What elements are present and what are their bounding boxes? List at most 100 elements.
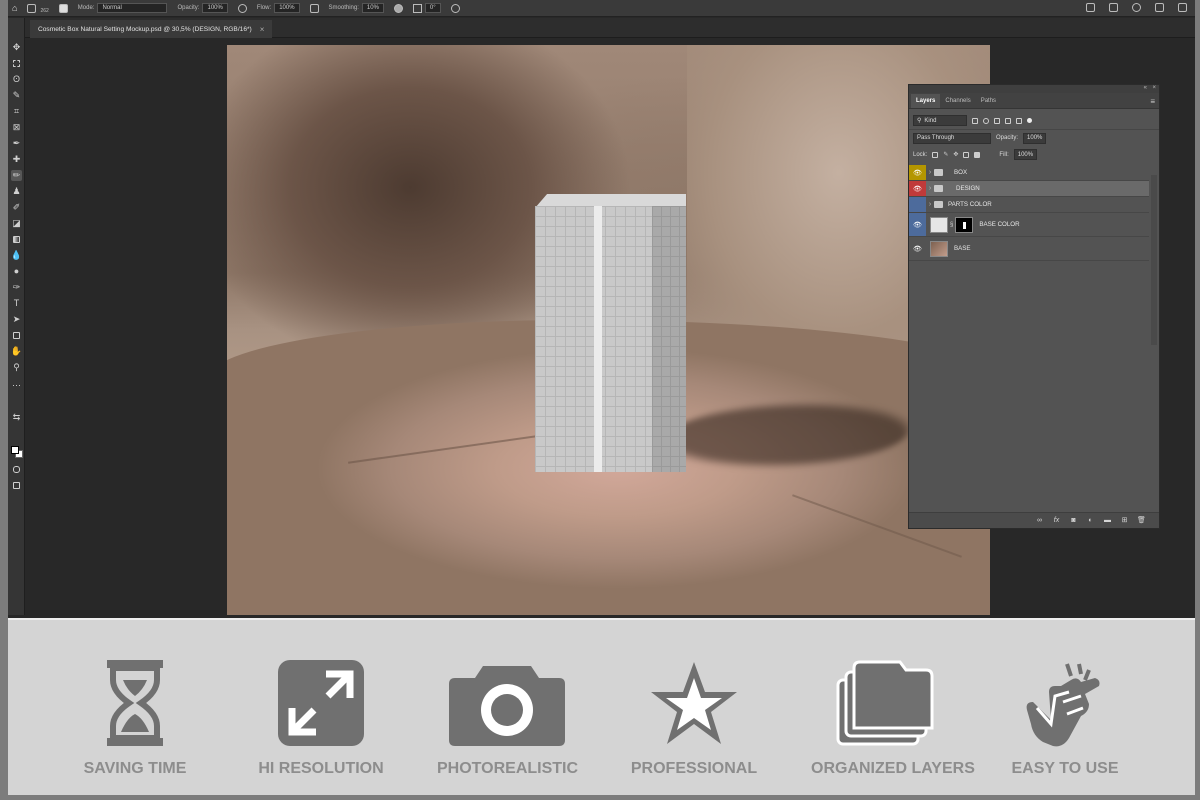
swap-colors-icon[interactable]: ⇆ [11, 412, 22, 423]
foreground-color-swatch[interactable] [11, 446, 19, 454]
tab-channels[interactable]: Channels [940, 94, 975, 108]
eye-icon[interactable]: 👁 [909, 237, 926, 260]
eraser-tool-icon[interactable]: ◪ [11, 218, 22, 229]
filter-smart-object-icon[interactable] [1016, 117, 1022, 124]
layer-row-base[interactable]: 👁 BASE [909, 237, 1149, 261]
layer-row-design[interactable]: 👁 › DESIGN [909, 181, 1149, 197]
chevron-right-icon[interactable]: › [926, 185, 934, 192]
lock-transparent-icon[interactable] [932, 151, 939, 158]
pointer-hand-icon [1026, 663, 1100, 747]
lasso-tool-icon[interactable]: ʘ [11, 74, 22, 85]
filter-toggle-icon[interactable] [1027, 118, 1032, 123]
brush-tool-preset-icon[interactable] [27, 3, 37, 13]
filter-shape-icon[interactable] [1005, 117, 1011, 124]
search-icon[interactable] [1132, 3, 1141, 12]
crop-tool-icon[interactable]: ⌗ [11, 106, 22, 117]
flow-input[interactable]: 100% [274, 3, 300, 13]
mockup-photo[interactable] [227, 45, 990, 615]
filter-pixel-icon[interactable] [972, 117, 978, 124]
document-tab[interactable]: Cosmetic Box Natural Setting Mockup.psd … [30, 20, 273, 38]
learn-icon[interactable] [1155, 3, 1164, 12]
path-select-tool-icon[interactable]: ➤ [11, 314, 22, 325]
layers-panel-footer: ∞ fx ◙ ◐ ▬ ⊞ 🗑 [909, 512, 1159, 528]
flow-label: Flow: [256, 5, 272, 11]
workspace-icon[interactable] [1178, 3, 1187, 12]
pen-tool-icon[interactable]: ✑ [11, 282, 22, 293]
quick-mask-icon[interactable] [11, 464, 22, 475]
lock-label: Lock: [913, 151, 928, 158]
gear-icon[interactable] [393, 3, 403, 13]
filter-adjustment-icon[interactable] [983, 117, 989, 124]
eye-icon[interactable]: 👁 [909, 165, 926, 180]
frame-tool-icon[interactable]: ⊠ [11, 122, 22, 133]
screen-mode-icon[interactable] [11, 480, 22, 491]
new-layer-icon[interactable]: ⊞ [1120, 516, 1129, 525]
lock-position-icon[interactable]: ✥ [953, 151, 958, 158]
airbrush-icon[interactable] [309, 3, 319, 13]
zoom-tool-icon[interactable]: ⚲ [11, 362, 22, 373]
link-layers-icon[interactable]: ∞ [1035, 516, 1044, 525]
smoothing-input[interactable]: 10% [361, 3, 384, 13]
feature-photorealistic: PHOTOREALISTIC [437, 658, 578, 788]
panel-tabs: Layers Channels Paths ≡ [909, 93, 1159, 109]
dodge-tool-icon[interactable]: ● [11, 266, 22, 277]
rectangle-tool-icon[interactable] [11, 330, 22, 341]
fill-input[interactable]: 100% [1013, 149, 1038, 160]
layer-opacity-input[interactable]: 100% [1023, 132, 1047, 144]
new-group-icon[interactable]: ▬ [1103, 516, 1112, 525]
pressure-opacity-icon[interactable] [237, 3, 247, 13]
add-mask-icon[interactable]: ◙ [1069, 516, 1078, 525]
layers-panel: « × Layers Channels Paths ≡ ⚲ Kind Pass T… [908, 84, 1160, 529]
close-tab-icon[interactable]: × [260, 25, 265, 34]
share-icon[interactable] [1086, 3, 1095, 12]
layer-row-parts-color[interactable]: › PARTS COLOR [909, 197, 1149, 213]
chevron-right-icon[interactable]: › [926, 201, 934, 208]
move-tool-icon[interactable]: ✥ [11, 42, 22, 53]
more-tools-icon[interactable]: ⋯ [11, 380, 22, 391]
notification-icon[interactable] [1109, 3, 1118, 12]
hidden-eye-slot[interactable] [909, 197, 926, 212]
brush-tool-icon[interactable]: ✏ [11, 170, 22, 181]
chevron-right-icon[interactable]: › [926, 169, 934, 176]
eye-icon[interactable]: 👁 [909, 181, 926, 196]
healing-brush-tool-icon[interactable]: ✚ [11, 154, 22, 165]
panel-menu-icon[interactable]: ≡ [1150, 97, 1155, 106]
brush-size-value[interactable]: 262 [40, 8, 48, 14]
feature-label: EASY TO USE [1011, 760, 1119, 777]
trash-icon[interactable]: 🗑 [1137, 516, 1146, 525]
feature-strip: SAVING TIME HI RESOLUTION PHOTOREALISTIC… [8, 618, 1195, 795]
history-brush-tool-icon[interactable]: ✐ [11, 202, 22, 213]
mode-select[interactable]: Normal [97, 3, 168, 13]
blend-mode-select[interactable]: Pass Through [913, 132, 991, 144]
brush-settings-icon[interactable] [58, 3, 68, 13]
layer-row-box[interactable]: 👁 › BOX [909, 165, 1149, 181]
opacity-input[interactable]: 100% [202, 3, 228, 13]
lock-all-icon[interactable] [974, 151, 981, 158]
lock-image-icon[interactable]: ✎ [943, 151, 948, 158]
eyedropper-tool-icon[interactable]: ✒ [11, 138, 22, 149]
type-tool-icon[interactable]: T [11, 298, 22, 309]
layer-mask-thumbnail[interactable] [955, 216, 974, 233]
marquee-tool-icon[interactable] [11, 58, 22, 69]
close-panel-icon[interactable]: × [1152, 85, 1156, 91]
layers-scrollbar[interactable] [1151, 175, 1157, 345]
layer-style-icon[interactable]: fx [1052, 516, 1061, 525]
clone-stamp-tool-icon[interactable]: ♟ [11, 186, 22, 197]
eye-icon[interactable]: 👁 [909, 213, 926, 236]
quick-select-tool-icon[interactable]: ✎ [11, 90, 22, 101]
angle-input[interactable]: 0° [424, 3, 441, 13]
tab-paths[interactable]: Paths [976, 94, 1001, 108]
tab-layers[interactable]: Layers [911, 94, 941, 108]
collapse-panel-icon[interactable]: « [1144, 85, 1147, 91]
filter-kind-select[interactable]: ⚲ Kind [913, 115, 967, 126]
home-icon[interactable]: ⌂ [12, 3, 17, 13]
hand-tool-icon[interactable]: ✋ [11, 346, 22, 357]
layer-row-base-color[interactable]: 👁 § BASE COLOR [909, 213, 1149, 237]
pressure-size-icon[interactable] [450, 3, 460, 13]
gradient-tool-icon[interactable] [11, 234, 22, 245]
filter-type-icon[interactable] [994, 117, 1000, 124]
lock-artboard-icon[interactable] [963, 151, 970, 158]
adjustment-layer-icon[interactable]: ◐ [1086, 516, 1095, 525]
blur-tool-icon[interactable]: 💧 [11, 250, 22, 261]
layer-name: PARTS COLOR [948, 201, 992, 208]
